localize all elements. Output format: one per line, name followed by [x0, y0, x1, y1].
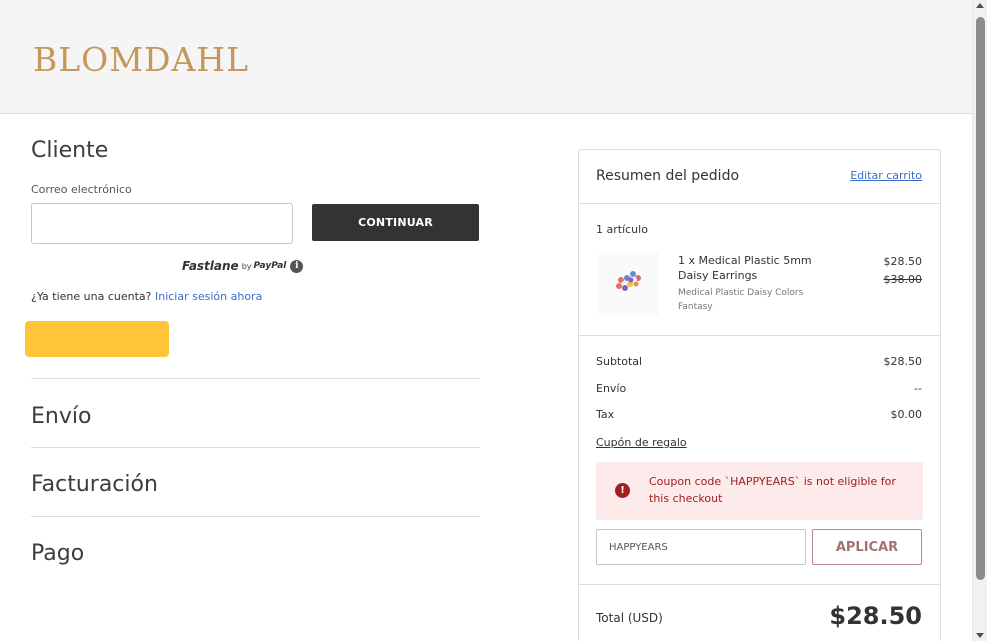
page-scrollbar[interactable]	[972, 0, 987, 641]
item-price: $28.50	[883, 255, 923, 268]
fastlane-by-paypal: Fastlane by PayPal i	[182, 258, 304, 274]
summary-divider	[579, 335, 940, 336]
site-header: BLOMDAHL	[0, 0, 972, 114]
product-variant: Medical Plastic Daisy Colors Fantasy	[678, 288, 804, 312]
coupon-input[interactable]	[596, 529, 806, 565]
error-icon: !	[615, 483, 630, 498]
section-divider	[31, 378, 480, 379]
gift-coupon-link[interactable]: Cupón de regalo	[596, 436, 687, 449]
scroll-up-arrow-icon[interactable]	[976, 3, 984, 8]
product-name: 1 x Medical Plastic 5mm Daisy Earrings	[678, 254, 812, 282]
order-summary-title: Resumen del pedido	[596, 168, 740, 184]
continue-button[interactable]: CONTINUAR	[312, 204, 479, 241]
brand-logo[interactable]: BLOMDAHL	[33, 40, 249, 80]
email-label: Correo electrónico	[31, 183, 132, 196]
paypal-wordmark: PayPal	[253, 261, 287, 271]
account-question: ¿Ya tiene una cuenta?	[31, 290, 152, 303]
daisy-earrings-image	[616, 271, 641, 291]
fastlane-by-text: by	[241, 261, 252, 271]
login-link[interactable]: Iniciar sesión ahora	[155, 290, 262, 303]
edit-cart-link[interactable]: Editar carrito	[850, 169, 922, 182]
section-divider	[31, 516, 480, 517]
tax-label: Tax	[596, 408, 615, 421]
coupon-error-alert: ! Coupon code `HAPPYEARS` is not eligibl…	[596, 462, 923, 520]
coupon-error-text: Coupon code `HAPPYEARS` is not eligible …	[649, 475, 896, 505]
payment-section-title[interactable]: Pago	[31, 541, 84, 566]
billing-section-title[interactable]: Facturación	[31, 472, 158, 497]
shipping-label: Envío	[596, 382, 627, 395]
subtotal-value: $28.50	[883, 355, 923, 368]
section-divider	[31, 447, 480, 448]
total-value: $28.50	[829, 602, 922, 630]
scroll-down-arrow-icon[interactable]	[976, 633, 984, 638]
scrollbar-thumb[interactable]	[976, 17, 985, 580]
summary-divider	[579, 584, 940, 585]
fastlane-brand: Fastlane	[182, 259, 239, 273]
item-original-price: $38.00	[883, 273, 923, 286]
paypal-button[interactable]	[25, 321, 169, 357]
total-label: Total (USD)	[596, 611, 663, 625]
item-count: 1 artículo	[596, 223, 648, 236]
customer-section-title: Cliente	[31, 138, 109, 163]
shipping-section-title[interactable]: Envío	[31, 404, 91, 429]
email-input[interactable]	[31, 203, 293, 244]
product-image	[599, 252, 659, 316]
shipping-value: --	[914, 382, 922, 395]
info-icon[interactable]: i	[290, 259, 304, 273]
summary-divider	[579, 203, 940, 204]
tax-value: $0.00	[890, 408, 923, 421]
apply-coupon-button[interactable]: APLICAR	[812, 529, 922, 565]
order-summary: Resumen del pedido Editar carrito 1 artí…	[578, 149, 941, 641]
account-prompt: ¿Ya tiene una cuenta? Iniciar sesión aho…	[31, 290, 262, 303]
subtotal-label: Subtotal	[596, 355, 643, 368]
